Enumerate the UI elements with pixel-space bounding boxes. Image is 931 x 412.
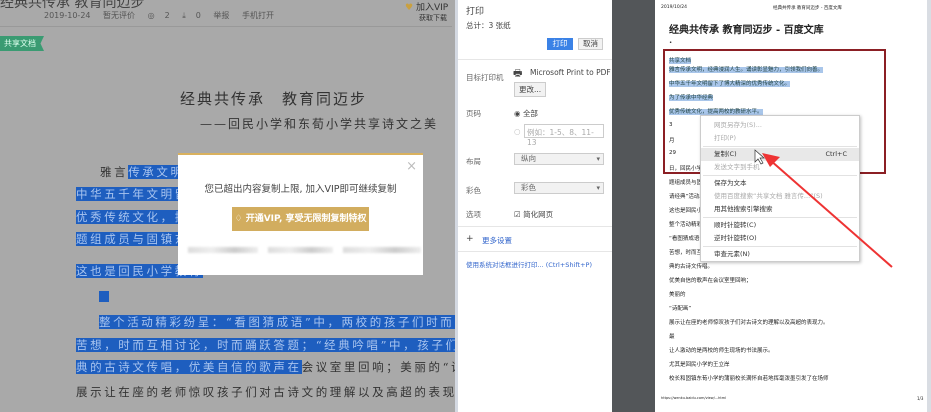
selected-empty-line xyxy=(99,291,109,302)
menu-item-label: 打印(P) xyxy=(714,134,736,142)
text-line: 展示让在座的老师惊叹孩子们对古诗文的理解以及高超的表现力。最 xyxy=(76,385,455,399)
join-vip-sub: 获取下载 xyxy=(419,14,447,22)
cancel-button[interactable]: 取消 xyxy=(578,38,603,50)
bullet: • xyxy=(669,40,673,46)
baidu-wenku-page: 经典共传承 教育同迈步 2019-10-24 暂无评价 ◎ 2 ⤓ 0 举报 手机打… xyxy=(0,0,455,412)
print-button[interactable]: 打印 xyxy=(547,38,573,50)
preview-header-date: 2019/10/24 xyxy=(661,5,687,10)
preview-background xyxy=(612,0,655,412)
divider xyxy=(0,26,452,27)
printer-name: Microsoft Print to PDF xyxy=(530,68,611,77)
text-line: 典的古诗文传唱，优美自信的歌声在会议室里回响；美丽的“诗配画” xyxy=(76,360,455,374)
menu-item-label: 审查元素(N) xyxy=(714,250,750,258)
preview-line: 整个活动精彩 xyxy=(669,222,703,228)
simplify-label: 简化网页 xyxy=(523,210,554,219)
pages-label: 页码 xyxy=(466,109,481,118)
divider xyxy=(458,251,615,252)
mouse-cursor-icon xyxy=(754,149,765,165)
modal-message: 您已超出内容复制上限, 加入VIP即可继续复制 xyxy=(204,184,397,195)
menu-item-label: 网页另存为(S)... xyxy=(714,121,762,129)
join-vip[interactable]: ♥ 加入VIP 获取下载 xyxy=(405,0,448,23)
mobile-open-link[interactable]: 手机打开 xyxy=(242,11,274,20)
pages-all-label: 全部 xyxy=(522,109,538,118)
menu-item-label: 复制(C) xyxy=(714,150,737,158)
preview-line: 最 xyxy=(669,334,675,340)
close-icon[interactable]: × xyxy=(406,159,417,174)
print-settings-panel: 打印 总计：3 张纸 打印 取消 目标打印机 🖶 Microsoft Print… xyxy=(455,0,615,412)
scrollbar[interactable] xyxy=(927,0,931,412)
text-line: 苦想，时而互相讨论，时而踊跃答题；“经典吟唱”中，孩子们把经 xyxy=(76,337,455,353)
preview-line: 校长和固镇东荀小学的蒲丽校长满怀自若地挥毫泼墨引发了在场师 xyxy=(669,376,829,382)
preview-footer-url: https://wenku.baidu.com/view/...html xyxy=(661,396,727,400)
red-arrow-annotation xyxy=(754,149,893,268)
change-printer-button[interactable]: 更改... xyxy=(514,82,547,97)
print-title: 打印 xyxy=(466,7,485,17)
pages-all-radio[interactable]: ◉ 全部 xyxy=(514,108,538,119)
preview-header-title: 经典共传承 教育同迈步 - 百度文库 xyxy=(773,6,842,11)
open-vip-button[interactable]: ♢ 开通VIP, 享受无限制复制特权 xyxy=(232,207,369,231)
eye-icon: ◎ xyxy=(147,11,155,20)
simplify-checkbox[interactable]: ☑ 简化网页 xyxy=(514,209,553,220)
more-settings-link[interactable]: 更多设置 xyxy=(482,235,512,246)
doc-heading: 经典共传承 教育同迈步 xyxy=(180,90,368,108)
preview-line: 展示让在座的老师惊叹孩子们对古诗文的理解以及高超的表现力。 xyxy=(669,320,829,326)
context-menu-item[interactable]: 打印(P) xyxy=(701,132,859,145)
meta-views: 2 xyxy=(164,11,170,20)
preview-line: 让人激动的是两校的师生现场的书法展示。 xyxy=(669,348,774,354)
options-label: 选项 xyxy=(466,210,481,219)
doc-subheading: ——回民小学和东荀小学共享诗文之美 xyxy=(200,117,439,131)
color-select[interactable]: 彩色 xyxy=(514,182,604,194)
divider xyxy=(458,226,615,227)
plus-icon: + xyxy=(466,234,474,244)
vip-copy-limit-modal: × 您已超出内容复制上限, 加入VIP即可继续复制 ♢ 开通VIP, 享受无限制… xyxy=(178,153,423,275)
preview-line: 题组成员与固 xyxy=(669,180,703,186)
preview-line: 典的古诗文传唱。 xyxy=(669,264,714,270)
printer-label: 目标打印机 xyxy=(466,73,504,82)
download-icon: ⤓ xyxy=(182,11,186,20)
preview-line: 尤其是回民小学的王立岸 xyxy=(669,362,730,368)
system-dialog-link[interactable]: 使用系统对话框进行打印... (Ctrl+Shift+P) xyxy=(466,259,592,269)
preview-title: 经典共传承 教育同迈步 - 百度文库 xyxy=(669,25,824,36)
shared-doc-tag: 共享文档 xyxy=(0,36,44,51)
layout-select[interactable]: 纵向 xyxy=(514,153,604,165)
pages-custom-radio[interactable]: ○ xyxy=(514,127,521,136)
meta-downloads: 0 xyxy=(195,11,201,20)
doc-meta: 2019-10-24 暂无评价 ◎ 2 ⤓ 0 举报 手机打开 xyxy=(4,10,455,34)
divider xyxy=(458,59,615,60)
diamond-icon: ♢ xyxy=(234,214,246,224)
text-line: 整个活动精彩纷呈：“看图猜成语”中，两校的孩子们时而冥思 xyxy=(99,314,455,330)
join-vip-label: 加入VIP xyxy=(415,3,449,13)
meta-rating: 暂无评价 xyxy=(103,11,136,20)
menu-item-label: 保存为文本 xyxy=(714,179,747,187)
context-menu-item[interactable]: 网页另存为(S)... xyxy=(701,119,859,132)
report-link[interactable]: 举报 xyxy=(213,11,229,20)
preview-line: “看图猜成语” xyxy=(669,236,703,242)
print-total: 总计：3 张纸 xyxy=(466,21,511,30)
preview-line: “诗配画” xyxy=(669,306,692,312)
meta-date: 2019-10-24 xyxy=(44,11,91,20)
pages-input[interactable]: 例如：1-5、8、11-13 xyxy=(524,124,604,147)
layout-label: 布局 xyxy=(466,157,481,166)
printer-icon: 🖶 xyxy=(513,68,523,79)
blurred-item xyxy=(268,247,333,253)
blurred-item xyxy=(343,247,421,253)
vip-logo-icon: ♥ xyxy=(405,3,414,13)
blurred-item xyxy=(188,247,258,253)
preview-page-number: 1/3 xyxy=(917,396,924,401)
color-label: 彩色 xyxy=(466,186,481,195)
open-vip-label: 开通VIP, 享受无限制复制特权 xyxy=(245,214,367,224)
preview-line: 优美自信的歌声在会议室里回响； xyxy=(669,278,752,284)
preview-line: 美丽的 xyxy=(669,292,686,298)
